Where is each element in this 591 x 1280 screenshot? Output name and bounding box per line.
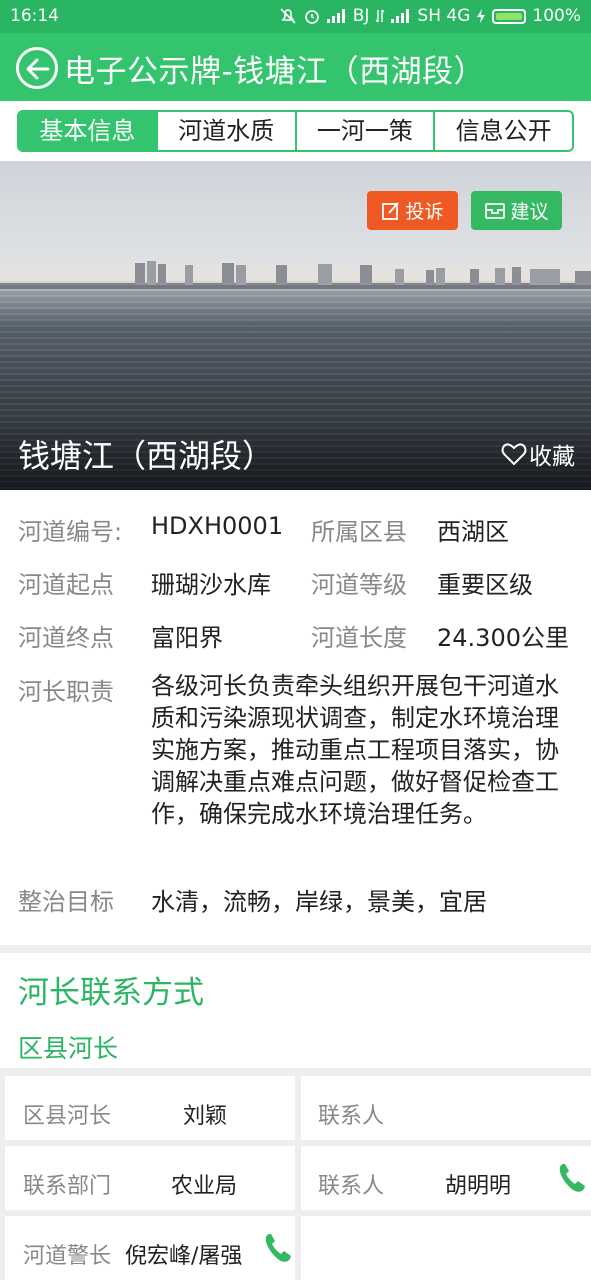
cell-key: 联系人 <box>318 1104 385 1129</box>
river-photo: 投诉 建议 钱塘江（西湖段） 收藏 <box>0 161 591 490</box>
page-title: 电子公示牌-钱塘江（西湖段） <box>64 54 486 90</box>
battery-percent: 100% <box>532 6 581 26</box>
level-label: 河道等级 <box>311 571 407 599</box>
contact-cell: 联系人 <box>301 1076 591 1140</box>
signal-icon-2 <box>391 9 411 23</box>
start-value: 珊瑚沙水库 <box>151 571 271 599</box>
suggest-label: 建议 <box>510 201 549 223</box>
battery-icon <box>492 8 527 24</box>
end-label: 河道终点 <box>18 624 114 652</box>
favorite-button[interactable]: 收藏 <box>501 437 575 471</box>
cell-value: 刘颖 <box>183 1104 228 1129</box>
cell-value: 胡明明 <box>445 1174 512 1199</box>
tab-info-disclosure[interactable]: 信息公开 <box>433 112 572 150</box>
cell-value: 农业局 <box>171 1174 238 1199</box>
river-name: 钱塘江（西湖段） <box>18 437 275 475</box>
contact-cell: 河道警长 倪宏峰/屠强 <box>5 1216 295 1280</box>
app-header: 电子公示牌-钱塘江（西湖段） <box>0 33 591 101</box>
district-value: 西湖区 <box>437 518 509 546</box>
data-transfer-icon <box>375 9 385 23</box>
contact-cell: 联系人 胡明明 <box>301 1146 591 1210</box>
tab-one-river-one-policy[interactable]: 一河一策 <box>294 112 434 150</box>
phone-icon[interactable] <box>557 1162 587 1194</box>
edit-icon <box>382 201 400 220</box>
contact-cell: 联系部门 农业局 <box>5 1146 295 1210</box>
tab-water-quality[interactable]: 河道水质 <box>155 112 295 150</box>
cell-key: 河道警长 <box>23 1244 112 1269</box>
river-info: 河道编号: HDXH0001 所属区县 西湖区 河道起点 珊瑚沙水库 河道等级 … <box>0 490 591 945</box>
contact-cell: 区县河长 刘颖 <box>5 1076 295 1140</box>
alarm-icon <box>304 10 319 24</box>
carrier-2: SH 4G <box>417 6 471 26</box>
contact-title: 河长联系方式 <box>18 975 204 1011</box>
length-value: 24.300公里 <box>437 624 569 652</box>
contact-grid: 区县河长 刘颖 联系人 联系部门 农业局 联系人 胡明明 河道警长 倪宏峰/屠强 <box>0 1068 591 1280</box>
cell-key: 联系部门 <box>23 1174 112 1199</box>
duty-value: 各级河长负责牵头组织开展包干河道水质和污染源现状调查，制定水环境治理实施方案，推… <box>151 672 559 828</box>
contact-cell-empty <box>301 1216 591 1280</box>
phone-icon[interactable] <box>263 1232 293 1264</box>
duty-label: 河长职责 <box>18 678 114 706</box>
cell-value: 倪宏峰/屠强 <box>125 1244 243 1269</box>
complain-button[interactable]: 投诉 <box>367 191 458 230</box>
length-label: 河道长度 <box>311 624 407 652</box>
mute-icon <box>280 8 296 24</box>
cell-key: 联系人 <box>318 1174 385 1199</box>
code-label: 河道编号: <box>18 518 123 546</box>
code-value: HDXH0001 <box>151 512 284 540</box>
carrier-1: BJ <box>352 6 370 26</box>
cell-key: 区县河长 <box>23 1104 112 1129</box>
arrow-left-icon <box>26 58 50 80</box>
level-value: 重要区级 <box>437 571 533 599</box>
complain-label: 投诉 <box>405 201 444 223</box>
tab-bar: 基本信息 河道水质 一河一策 信息公开 <box>17 110 574 152</box>
section-divider <box>0 945 591 953</box>
charging-icon <box>477 9 486 23</box>
goal-value: 水清，流畅，岸绿，景美，宜居 <box>151 888 487 916</box>
start-label: 河道起点 <box>18 571 114 599</box>
inbox-icon <box>485 202 506 219</box>
status-bar: 16:14 BJ SH 4G 100% <box>0 0 591 33</box>
district-chief-subtitle: 区县河长 <box>18 1034 119 1063</box>
status-icons: BJ SH 4G 100% <box>279 6 581 26</box>
status-time: 16:14 <box>10 6 59 26</box>
favorite-label: 收藏 <box>529 444 575 470</box>
heart-icon <box>501 443 527 466</box>
district-label: 所属区县 <box>311 518 407 546</box>
goal-label: 整治目标 <box>18 888 114 916</box>
suggest-button[interactable]: 建议 <box>471 191 562 230</box>
tab-basic-info[interactable]: 基本信息 <box>19 112 156 150</box>
back-button[interactable] <box>16 47 58 89</box>
signal-icon <box>326 9 347 23</box>
end-value: 富阳界 <box>151 624 223 652</box>
